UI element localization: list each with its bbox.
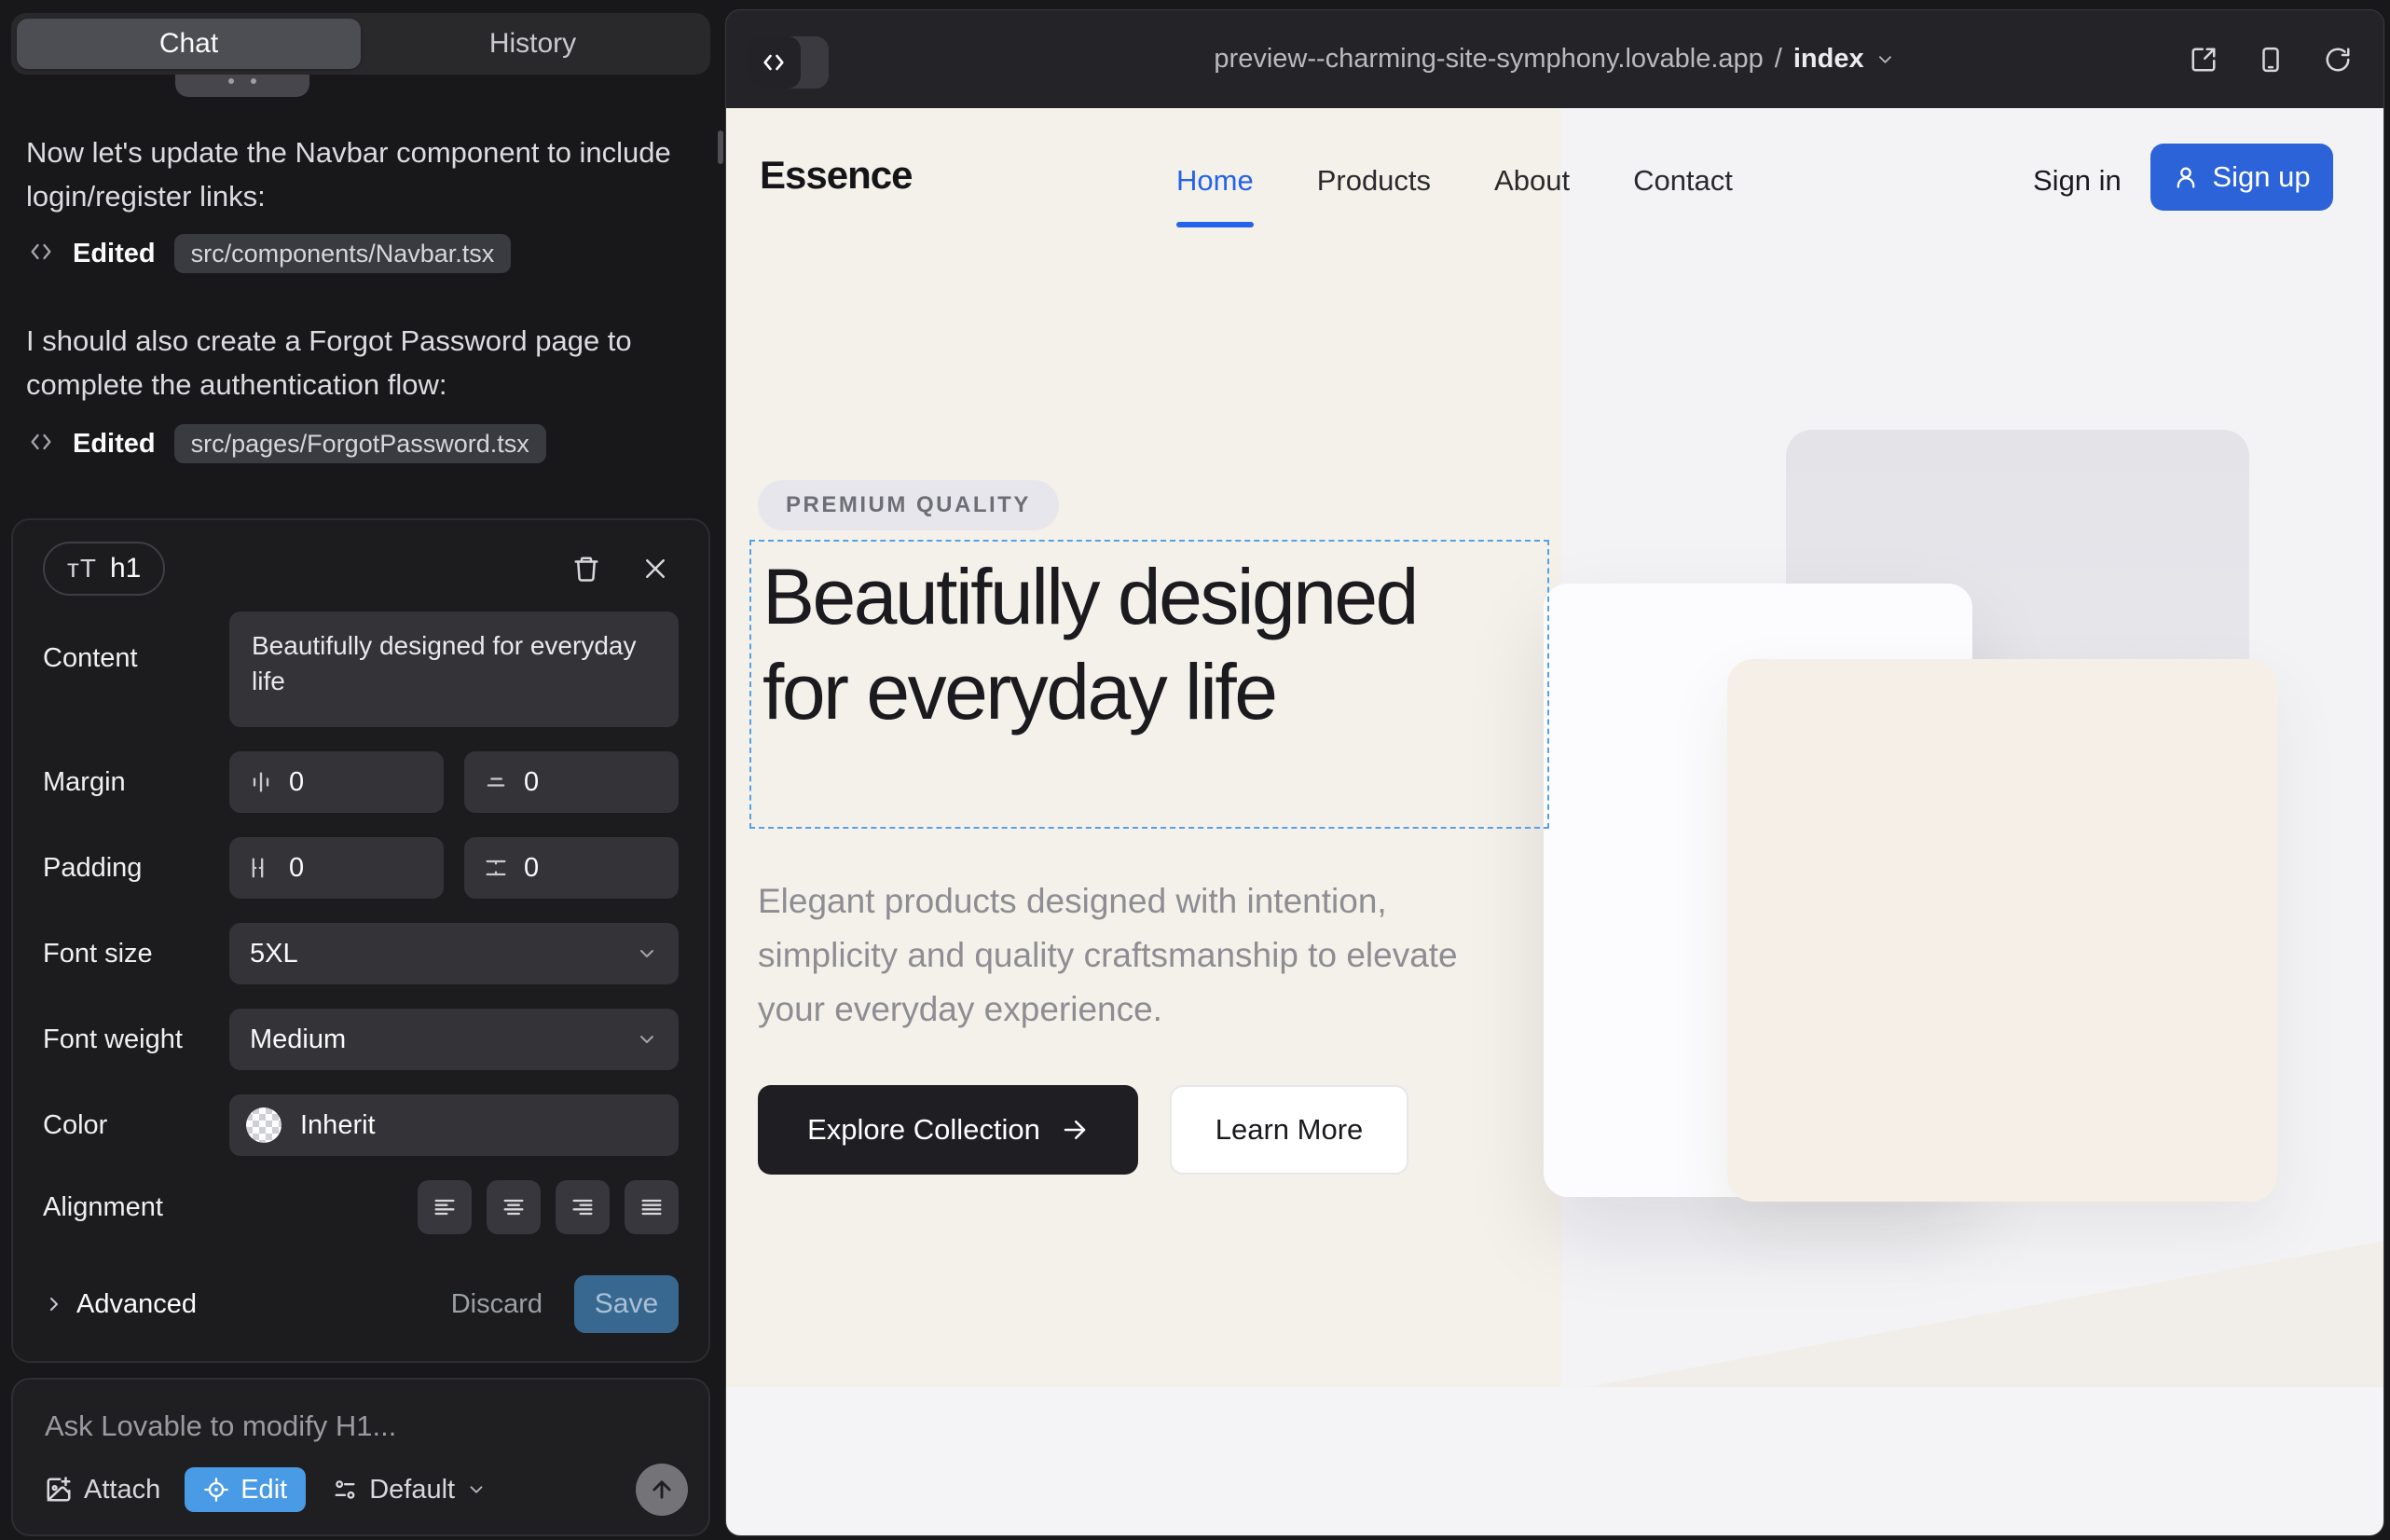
sign-up-button[interactable]: Sign up: [2150, 144, 2333, 211]
color-swatch-transparent: [246, 1107, 282, 1143]
color-label: Color: [43, 1110, 229, 1141]
nav-link-home[interactable]: Home: [1176, 164, 1254, 198]
chevron-down-icon: [636, 942, 658, 965]
padding-horizontal-icon: [248, 855, 274, 881]
sign-in-link[interactable]: Sign in: [2033, 164, 2122, 198]
refresh-icon[interactable]: [2324, 46, 2352, 74]
align-justify-icon: [639, 1194, 665, 1220]
font-weight-label: Font weight: [43, 1024, 229, 1055]
mobile-view-icon[interactable]: [2257, 46, 2285, 74]
scrolled-pill-peek: [175, 75, 309, 97]
url-separator: /: [1775, 44, 1782, 75]
chat-message: I should also create a Forgot Password p…: [26, 319, 690, 406]
color-select[interactable]: Inherit: [229, 1094, 679, 1156]
chat-message: Now let's update the Navbar component to…: [26, 131, 690, 218]
attach-button[interactable]: Attach: [45, 1475, 160, 1506]
rendered-site: Essence Home Products About Contact Sign…: [726, 108, 2383, 1536]
nav-link-contact[interactable]: Contact: [1633, 164, 1733, 198]
preview-panel: preview--charming-site-symphony.lovable.…: [725, 9, 2384, 1536]
url-host: preview--charming-site-symphony.lovable.…: [1214, 44, 1763, 75]
advanced-toggle[interactable]: Advanced: [43, 1289, 197, 1320]
edited-label: Edited: [73, 429, 156, 460]
chat-scrollbar[interactable]: [718, 131, 723, 164]
send-button[interactable]: [636, 1464, 688, 1516]
site-nav: Home Products About Contact: [1176, 164, 1733, 198]
url-page: index: [1793, 44, 1864, 75]
sidebar-tabbar: Chat History: [11, 13, 710, 75]
code-icon: [28, 429, 54, 460]
selected-element-badge: тT h1: [43, 542, 165, 596]
chevron-down-icon: [1875, 49, 1896, 70]
preview-toolbar: preview--charming-site-symphony.lovable.…: [726, 10, 2383, 108]
discard-button[interactable]: Discard: [451, 1289, 543, 1320]
edited-file-row: Edited src/components/Navbar.tsx: [28, 233, 511, 274]
chat-composer: Ask Lovable to modify H1... Attach Edit …: [11, 1378, 710, 1536]
align-center-button[interactable]: [487, 1180, 541, 1234]
learn-more-button[interactable]: Learn More: [1170, 1085, 1408, 1175]
font-size-label: Font size: [43, 939, 229, 969]
align-left-icon: [432, 1194, 458, 1220]
align-justify-button[interactable]: [625, 1180, 679, 1234]
chevron-down-icon: [636, 1028, 658, 1051]
user-icon: [2173, 164, 2199, 190]
margin-vertical-input[interactable]: 0: [464, 751, 679, 813]
premium-quality-badge: PREMIUM QUALITY: [758, 480, 1059, 530]
edited-file-chip[interactable]: src/components/Navbar.tsx: [174, 234, 512, 273]
nav-link-products[interactable]: Products: [1317, 164, 1431, 198]
padding-vertical-icon: [483, 855, 509, 881]
app-window: Chat History Now let's update the Navbar…: [0, 0, 2390, 1540]
align-center-icon: [501, 1194, 527, 1220]
decor-card-cream: [1727, 659, 2277, 1202]
active-nav-underline: [1176, 222, 1254, 227]
font-size-select[interactable]: 5XL: [229, 923, 679, 984]
target-icon: [203, 1477, 229, 1503]
type-icon: тT: [67, 554, 97, 584]
preview-url-selector[interactable]: preview--charming-site-symphony.lovable.…: [1214, 10, 1895, 108]
arrow-right-icon: [1061, 1116, 1089, 1144]
nav-link-about[interactable]: About: [1494, 164, 1570, 198]
padding-label: Padding: [43, 853, 229, 884]
open-in-new-tab-icon[interactable]: [2190, 46, 2218, 74]
edited-file-row: Edited src/pages/ForgotPassword.tsx: [28, 423, 546, 464]
sliders-icon: [332, 1477, 358, 1503]
margin-horizontal-icon: [248, 769, 274, 795]
edit-mode-button[interactable]: Edit: [185, 1467, 306, 1512]
align-left-button[interactable]: [418, 1180, 472, 1234]
arrow-up-icon: [649, 1477, 675, 1503]
element-editor-panel: тT h1 Content Beautifully designed for e…: [11, 518, 710, 1363]
margin-label: Margin: [43, 767, 229, 798]
content-input[interactable]: Beautifully designed for everyday life: [229, 612, 679, 727]
font-weight-select[interactable]: Medium: [229, 1009, 679, 1070]
chevron-down-icon: [466, 1479, 487, 1500]
element-tag-label: h1: [110, 553, 141, 584]
model-selector[interactable]: Default: [332, 1475, 487, 1506]
code-icon: [28, 239, 54, 269]
align-right-button[interactable]: [556, 1180, 610, 1234]
delete-element-icon[interactable]: [572, 555, 600, 583]
code-icon[interactable]: [747, 36, 801, 89]
tab-chat[interactable]: Chat: [17, 19, 361, 69]
hero-description: Elegant products designed with intention…: [758, 874, 1513, 1037]
code-view-toggle[interactable]: [747, 36, 829, 89]
tab-history[interactable]: History: [361, 19, 705, 69]
save-button[interactable]: Save: [574, 1275, 679, 1333]
element-selection-outline: Beautifully designed for everyday life: [749, 540, 1549, 829]
align-right-icon: [570, 1194, 596, 1220]
composer-input[interactable]: Ask Lovable to modify H1...: [45, 1409, 396, 1443]
close-icon[interactable]: [641, 555, 669, 583]
edited-file-chip[interactable]: src/pages/ForgotPassword.tsx: [174, 424, 546, 463]
margin-horizontal-input[interactable]: 0: [229, 751, 444, 813]
padding-vertical-input[interactable]: 0: [464, 837, 679, 899]
chat-sidebar: Chat History Now let's update the Navbar…: [0, 0, 714, 1540]
image-plus-icon: [45, 1476, 73, 1504]
chevron-right-icon: [43, 1293, 65, 1315]
margin-vertical-icon: [483, 769, 509, 795]
site-logo[interactable]: Essence: [760, 153, 912, 198]
explore-collection-button[interactable]: Explore Collection: [758, 1085, 1138, 1175]
padding-horizontal-input[interactable]: 0: [229, 837, 444, 899]
content-label: Content: [43, 643, 229, 674]
hero-headline: Beautifully designed for everyday life: [762, 549, 1480, 739]
alignment-label: Alignment: [43, 1192, 229, 1223]
edited-label: Edited: [73, 239, 156, 269]
